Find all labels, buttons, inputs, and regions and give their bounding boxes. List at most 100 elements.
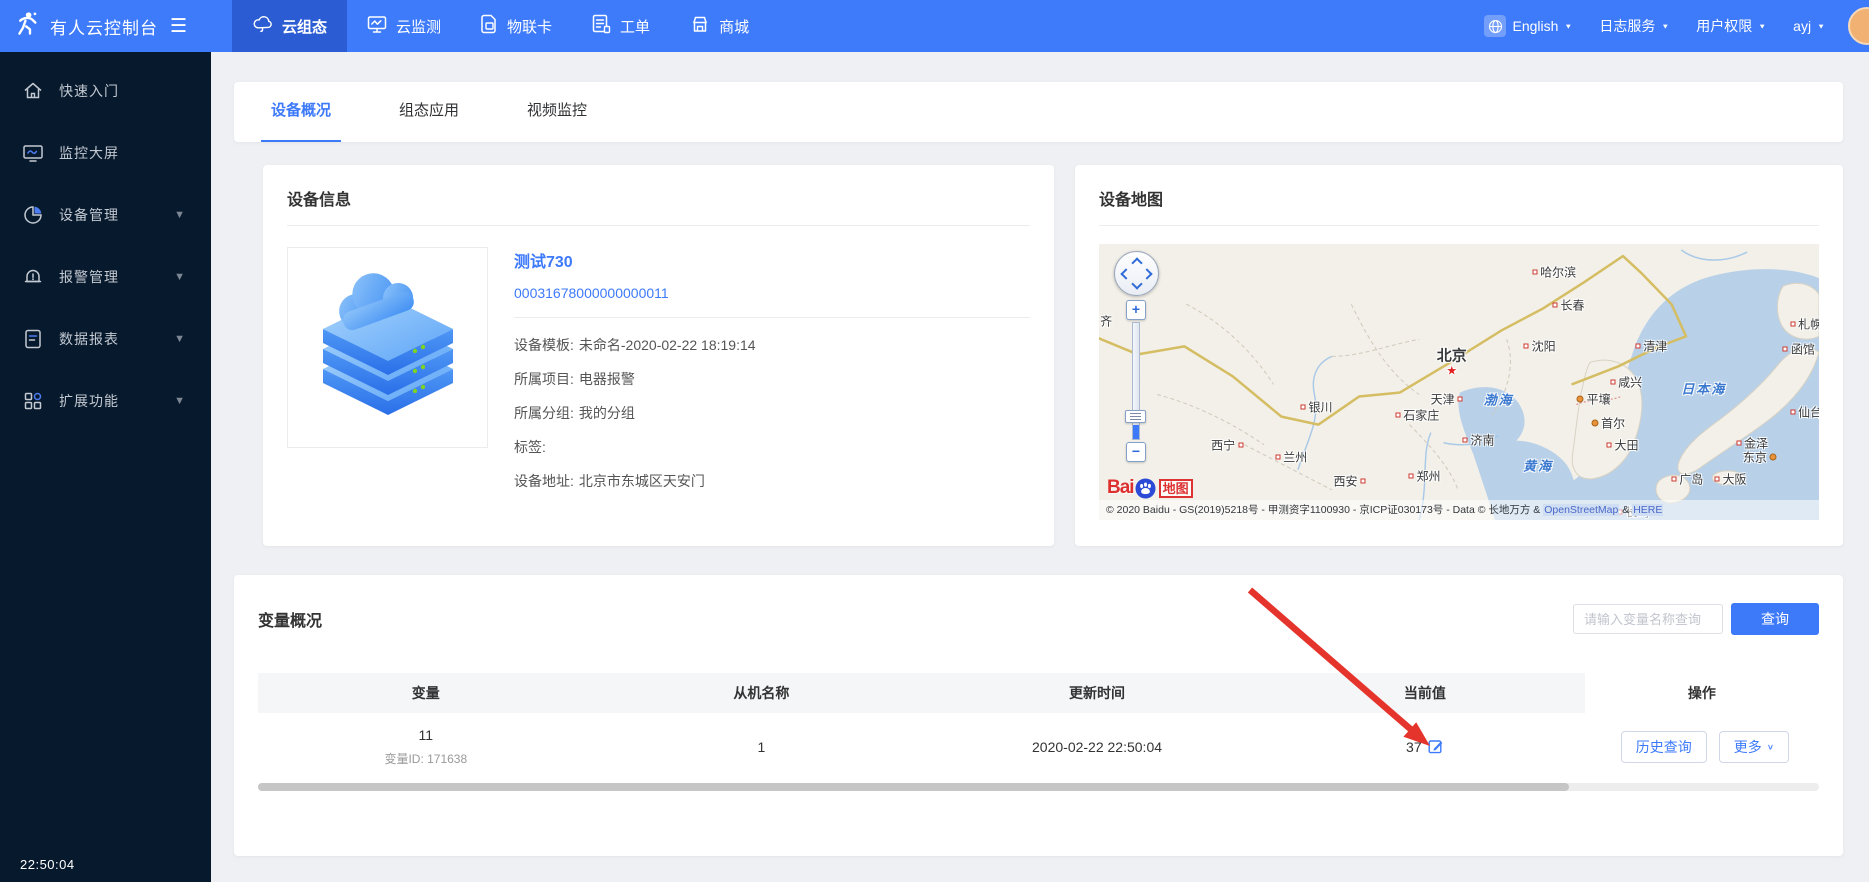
edit-value-icon[interactable]: [1428, 738, 1444, 757]
zoom-slider-thumb[interactable]: [1125, 410, 1146, 423]
cell-slave-name: 1: [594, 713, 930, 781]
cloud-server-illustration: [303, 263, 473, 433]
field-group: 所属分组:我的分组: [514, 403, 1030, 423]
map-label-大阪: 大阪: [1711, 470, 1746, 487]
col-header-current-value: 当前值: [1265, 673, 1585, 713]
baidu-paw-icon: [1135, 478, 1156, 499]
home-icon: [22, 80, 44, 102]
device-info-card: 设备信息: [263, 165, 1054, 546]
sidebar-item-alarm-management[interactable]: 报警管理 ▼: [0, 246, 211, 308]
cell-update-time: 2020-02-22 22:50:04: [929, 713, 1265, 781]
chevron-down-icon: ▼: [174, 333, 185, 345]
col-header-actions: 操作: [1585, 673, 1819, 713]
col-header-slave-name: 从机名称: [594, 673, 930, 713]
baidu-logo: Bai 地图: [1107, 477, 1193, 499]
map-label-齐: 齐: [1100, 313, 1112, 330]
divider: [514, 317, 1030, 318]
sidebar-item-device-management[interactable]: 设备管理 ▼: [0, 184, 211, 246]
map-label-西宁: 西宁: [1211, 437, 1246, 454]
zoom-out-icon[interactable]: −: [1126, 442, 1146, 462]
map-label-黄海: 黄海: [1523, 455, 1553, 474]
map-label-东京: 东京: [1743, 448, 1780, 465]
grid-icon: [22, 390, 44, 412]
field-project: 所属项目:电器报警: [514, 369, 1030, 389]
pan-up-icon[interactable]: [1131, 257, 1142, 268]
tab-device-overview[interactable]: 设备概况: [261, 82, 341, 142]
scrollbar-thumb[interactable]: [258, 783, 1569, 791]
pan-left-icon[interactable]: [1120, 268, 1131, 279]
sidebar-item-extended-functions[interactable]: 扩展功能 ▼: [0, 370, 211, 432]
col-header-update-time: 更新时间: [929, 673, 1265, 713]
map-label-沈阳: 沈阳: [1521, 338, 1556, 355]
col-header-variable: 变量: [258, 673, 594, 713]
cell-current-value: 37: [1265, 713, 1585, 781]
chevron-down-icon: ▼: [174, 395, 185, 407]
history-query-button[interactable]: 历史查询: [1621, 731, 1707, 763]
map-label-仙台: 仙台: [1787, 404, 1819, 421]
map-label-函馆: 函馆: [1780, 340, 1815, 357]
sidebar-item-data-report[interactable]: 数据报表 ▼: [0, 308, 211, 370]
map-label-郑州: 郑州: [1405, 467, 1440, 484]
more-button[interactable]: 更多 ∨: [1719, 731, 1789, 763]
language-switcher[interactable]: English ▼: [1484, 15, 1572, 37]
device-map-title: 设备地图: [1075, 165, 1843, 225]
zoom-slider-fill: [1133, 425, 1139, 439]
device-info-title: 设备信息: [263, 165, 1054, 225]
zoom-in-icon[interactable]: +: [1126, 300, 1146, 320]
map-label-北京: 北京★: [1437, 344, 1467, 375]
nav-item-cloud-monitor[interactable]: 云监测: [347, 0, 461, 52]
nav-item-iot-sim[interactable]: 物联卡: [461, 0, 572, 52]
map-label-清津: 清津: [1632, 338, 1667, 355]
globe-icon: [1484, 15, 1506, 37]
map-label-兰州: 兰州: [1272, 448, 1307, 465]
map-label-广岛: 广岛: [1668, 470, 1703, 487]
clock: 22:50:04: [20, 857, 75, 872]
baidu-map[interactable]: 哈尔滨长春沈阳清津咸兴平壤北京★天津石家庄济南郑州西安银川西宁兰州首尔大田札幌函…: [1099, 244, 1819, 520]
field-device-template: 设备模板:未命名-2020-02-22 18:19:14: [514, 335, 1030, 355]
nav-item-mall[interactable]: 商城: [670, 0, 769, 52]
map-zoom-control: + −: [1125, 300, 1147, 462]
map-pan-control[interactable]: [1114, 251, 1159, 296]
chevron-down-icon: ▼: [1817, 22, 1825, 30]
user-permission-menu[interactable]: 用户权限 ▼: [1696, 16, 1766, 36]
here-link[interactable]: HERE: [1632, 504, 1663, 516]
openstreetmap-link[interactable]: OpenStreetMap: [1543, 504, 1619, 516]
brand[interactable]: 有人云控制台 ☰: [0, 0, 232, 52]
tab-scada-app[interactable]: 组态应用: [389, 82, 469, 142]
cell-variable: 11 变量ID: 171638: [258, 713, 594, 781]
map-label-西安: 西安: [1333, 473, 1368, 490]
device-map-card: 设备地图: [1075, 165, 1843, 546]
chevron-down-icon: ▼: [1758, 22, 1766, 30]
map-label-天津: 天津: [1431, 390, 1466, 407]
device-name-link[interactable]: 测试730: [514, 248, 1030, 272]
zoom-slider-track[interactable]: [1132, 322, 1140, 440]
variable-search-input[interactable]: [1573, 604, 1723, 634]
variables-table: 变量 从机名称 更新时间 当前值 操作 11 变量ID: 171638 1 20…: [258, 673, 1819, 781]
user-menu[interactable]: ayj ▼: [1793, 18, 1825, 34]
chevron-down-icon: ▼: [174, 209, 185, 221]
map-label-济南: 济南: [1459, 431, 1494, 448]
device-id-link[interactable]: 00031678000000000011: [514, 285, 1030, 301]
nav-item-cloud-scada[interactable]: 云组态: [232, 0, 347, 52]
map-copyright: © 2020 Baidu - GS(2019)5218号 - 甲测资字11009…: [1099, 500, 1819, 520]
variable-id: 变量ID: 171638: [384, 750, 467, 767]
sidebar-item-monitor-screen[interactable]: 监控大屏: [0, 122, 211, 184]
field-address: 设备地址:北京市东城区天安门: [514, 471, 1030, 491]
variable-overview-title: 变量概况: [258, 607, 322, 631]
sidebar-item-quick-start[interactable]: 快速入门: [0, 60, 211, 122]
hamburger-menu-icon[interactable]: ☰: [170, 17, 187, 36]
map-label-石家庄: 石家庄: [1392, 407, 1439, 424]
pan-right-icon[interactable]: [1141, 268, 1152, 279]
map-labels: 哈尔滨长春沈阳清津咸兴平壤北京★天津石家庄济南郑州西安银川西宁兰州首尔大田札幌函…: [1099, 244, 1819, 520]
cloud-icon: [252, 15, 273, 37]
pan-down-icon[interactable]: [1131, 278, 1142, 289]
chevron-down-icon: ▼: [1564, 22, 1572, 30]
nav-item-work-order[interactable]: 工单: [572, 0, 670, 52]
horizontal-scrollbar[interactable]: [258, 783, 1819, 791]
tab-video-monitor[interactable]: 视频监控: [517, 82, 597, 142]
map-label-平壤: 平壤: [1574, 390, 1611, 407]
log-service-menu[interactable]: 日志服务 ▼: [1599, 16, 1669, 36]
device-image: [287, 247, 488, 448]
map-label-渤海: 渤海: [1484, 389, 1514, 408]
query-button[interactable]: 查询: [1731, 603, 1819, 635]
